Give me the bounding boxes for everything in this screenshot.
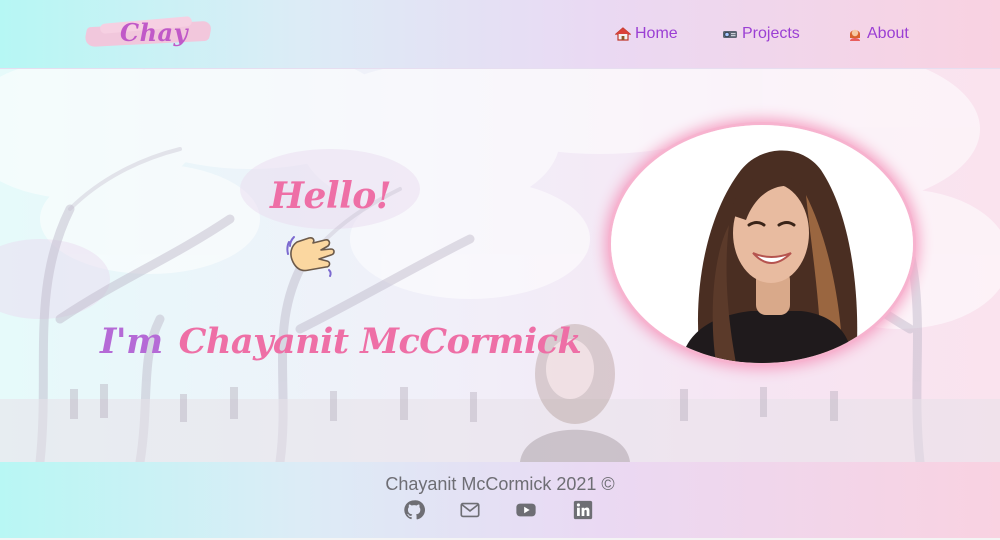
- site-header: Chay Home Projects About: [0, 0, 1000, 69]
- logo-text: Chay: [120, 18, 189, 47]
- copyright-text: Chayanit McCormick 2021 ©: [385, 474, 615, 494]
- linkedin-link[interactable]: [572, 499, 594, 521]
- site-footer: Chayanit McCormick 2021 ©: [0, 462, 1000, 538]
- youtube-link[interactable]: [515, 499, 537, 521]
- nav-label-projects: Projects: [742, 25, 800, 42]
- linkedin-icon: [572, 499, 594, 521]
- profile-photo-illustration: [611, 125, 913, 363]
- intro-name: Chayanit McCormick: [178, 321, 582, 362]
- nav-label-home: Home: [635, 25, 678, 42]
- mail-link[interactable]: [459, 499, 481, 521]
- nav-item-home[interactable]: Home: [614, 23, 678, 45]
- person-icon: [847, 26, 863, 42]
- github-icon: [403, 499, 425, 521]
- logo[interactable]: Chay: [83, 14, 213, 54]
- house-icon: [614, 26, 632, 42]
- nav-item-projects[interactable]: Projects: [722, 23, 800, 45]
- intro-heading: I'm Chayanit McCormick: [100, 321, 582, 362]
- waving-hand-icon: [285, 232, 337, 278]
- mail-icon: [459, 499, 481, 521]
- projector-icon: [722, 26, 738, 42]
- youtube-icon: [515, 499, 537, 521]
- nav-item-about[interactable]: About: [847, 23, 909, 45]
- intro-prefix: I'm: [100, 321, 163, 362]
- nav-label-about: About: [867, 25, 909, 42]
- profile-photo: [611, 125, 913, 363]
- hero-section: Hello! I'm Chayanit McCormick: [0, 69, 1000, 462]
- greeting-heading: Hello!: [270, 175, 392, 217]
- github-link[interactable]: [403, 499, 425, 521]
